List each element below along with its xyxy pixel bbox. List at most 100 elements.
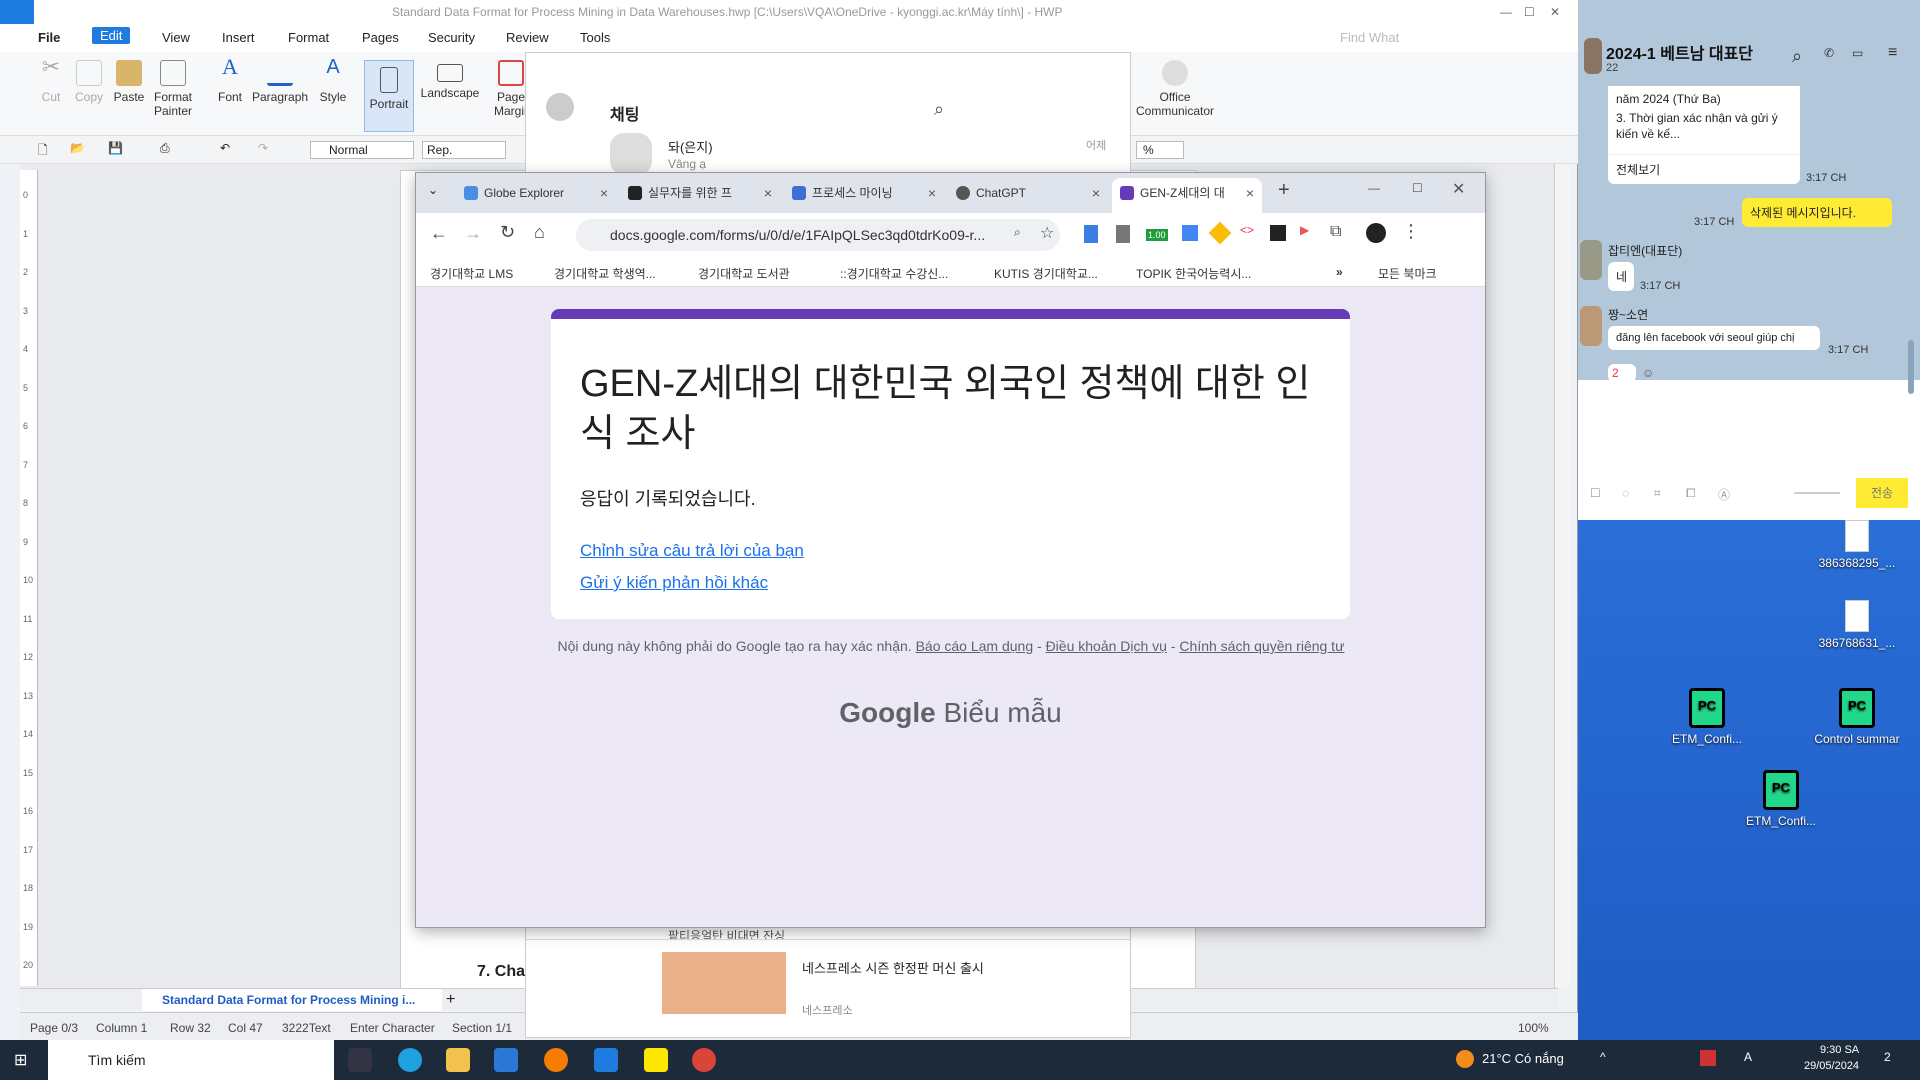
maximize-icon[interactable]: ☐: [1524, 0, 1535, 24]
desktop-icon[interactable]: PC Control summar: [1812, 688, 1902, 746]
chat-name[interactable]: 돠(은지): [668, 137, 713, 156]
redo-icon[interactable]: ↷: [258, 141, 268, 155]
video-icon[interactable]: ▭: [1852, 46, 1863, 60]
add-tab-icon[interactable]: +: [446, 991, 455, 1009]
new-doc-icon[interactable]: 🗋: [38, 141, 48, 162]
message-input[interactable]: ☐ ◌ ⌗ ⧠ Ⓐ 전송: [1578, 380, 1920, 520]
avatar[interactable]: [1366, 223, 1386, 243]
send-button[interactable]: 전송: [1856, 478, 1908, 508]
new-tab-icon[interactable]: +: [1278, 179, 1290, 202]
extension-icon[interactable]: [1270, 225, 1286, 241]
taskbar-search[interactable]: Tìm kiếm: [48, 1040, 334, 1080]
search-icon[interactable]: ⌕: [1792, 46, 1802, 67]
app-icon[interactable]: [544, 1048, 568, 1072]
menu-icon[interactable]: ≡: [1888, 44, 1897, 62]
extension-icon[interactable]: [1116, 225, 1130, 243]
tab-practitioner[interactable]: 실무자를 위한 프 ×: [620, 178, 780, 213]
tab-google-form[interactable]: GEN-Z세대의 대 ×: [1112, 178, 1262, 213]
find-input[interactable]: Find What: [1340, 30, 1399, 45]
zoom-icon[interactable]: ⌕: [1014, 225, 1021, 240]
desktop-icon[interactable]: 386368295_...: [1812, 520, 1902, 570]
bookmark-kutis[interactable]: KUTIS 경기대학교...: [994, 265, 1098, 282]
vertical-scrollbar[interactable]: [1554, 164, 1570, 988]
puzzle-icon[interactable]: ⧉: [1330, 223, 1341, 241]
font-select[interactable]: Rep.: [422, 141, 506, 159]
style-button[interactable]: A Style: [316, 57, 350, 104]
slider[interactable]: [1794, 492, 1840, 494]
tab-chatgpt[interactable]: ChatGPT ×: [948, 178, 1108, 213]
weather-icon[interactable]: [1456, 1050, 1474, 1068]
emoji-icon[interactable]: ☐: [1590, 486, 1601, 500]
view-all-button[interactable]: 전체보기: [1608, 154, 1800, 182]
close-icon[interactable]: ✕: [1452, 179, 1465, 199]
extension-icon[interactable]: ▶: [1300, 223, 1309, 237]
close-icon[interactable]: ×: [928, 178, 936, 208]
windows-start-icon[interactable]: ⊞: [14, 1050, 27, 1070]
open-folder-icon[interactable]: 📂: [70, 141, 85, 155]
ai-icon[interactable]: Ⓐ: [1718, 486, 1730, 503]
style-select[interactable]: Normal: [310, 141, 414, 159]
chrome-icon[interactable]: [692, 1048, 716, 1072]
menu-security[interactable]: Security: [428, 30, 475, 45]
attach-icon[interactable]: ⌗: [1654, 486, 1661, 501]
forward-icon[interactable]: →: [464, 223, 482, 244]
all-bookmarks[interactable]: 모든 북마크: [1378, 265, 1437, 282]
report-abuse-link[interactable]: Báo cáo Lạm dụng: [916, 638, 1034, 654]
landscape-button[interactable]: Landscape: [420, 60, 480, 100]
extension-icon[interactable]: [1084, 225, 1098, 243]
privacy-link[interactable]: Chính sách quyền riêng tư: [1179, 638, 1344, 654]
tray-chevron-icon[interactable]: ^: [1600, 1050, 1606, 1064]
tab-globe-explorer[interactable]: Globe Explorer ×: [456, 178, 616, 213]
kakaotalk-icon[interactable]: [644, 1048, 668, 1072]
scrollbar[interactable]: [1908, 340, 1914, 394]
page-margins-button[interactable]: Page Margins: [494, 60, 528, 118]
maximize-icon[interactable]: ☐: [1412, 181, 1423, 195]
back-icon[interactable]: ←: [430, 223, 448, 244]
menu-edit[interactable]: Edit: [92, 27, 131, 44]
store-icon[interactable]: [494, 1048, 518, 1072]
office-communicator-button[interactable]: Office Communicator: [1132, 60, 1218, 118]
bookmarks-overflow-icon[interactable]: »: [1336, 265, 1343, 279]
doc-tab[interactable]: Standard Data Format for Process Mining …: [142, 989, 442, 1011]
tab-search-icon[interactable]: ⌄: [428, 183, 438, 197]
minimize-icon[interactable]: —: [1500, 0, 1512, 24]
bookmark-student[interactable]: 경기대학교 학생역...: [554, 265, 656, 282]
extension-badge[interactable]: 1.00: [1146, 229, 1168, 241]
desktop-icon[interactable]: PC ETM_Confi...: [1736, 770, 1826, 828]
url-bar[interactable]: docs.google.com/forms/u/0/d/e/1FAIpQLSec…: [576, 219, 1060, 251]
submit-another-link[interactable]: Gửi ý kiến phản hồi khác: [580, 573, 768, 593]
bookmark-course[interactable]: ::경기대학교 수강신...: [840, 265, 948, 282]
hwp-app-icon[interactable]: [0, 0, 34, 24]
close-icon[interactable]: ×: [1246, 178, 1254, 208]
clock-date[interactable]: 29/05/2024: [1804, 1060, 1859, 1072]
more-icon[interactable]: ⋮: [1402, 221, 1420, 242]
close-icon[interactable]: ✕: [1550, 0, 1560, 24]
menu-pages[interactable]: Pages: [362, 30, 399, 45]
close-icon[interactable]: ×: [1092, 178, 1100, 208]
search-icon[interactable]: ⌕: [934, 99, 944, 120]
drive-icon[interactable]: [1208, 221, 1232, 245]
tray-app-icon[interactable]: [1700, 1050, 1716, 1066]
bookmark-star-icon[interactable]: ☆: [1040, 223, 1054, 243]
crop-icon[interactable]: ⧠: [1686, 486, 1696, 501]
profile-icon[interactable]: [546, 93, 574, 121]
menu-view[interactable]: View: [162, 30, 190, 45]
home-icon[interactable]: ⌂: [534, 222, 545, 243]
task-view-icon[interactable]: [348, 1048, 372, 1072]
menu-format[interactable]: Format: [288, 30, 329, 45]
minimize-icon[interactable]: —: [1368, 181, 1380, 195]
ad-banner[interactable]: 네스프레소 시즌 한정판 머신 출시 네스프레소: [526, 939, 1130, 1037]
bookmark-topik[interactable]: TOPIK 한국어능력시...: [1136, 265, 1251, 282]
desktop-icon[interactable]: PC ETM_Confi...: [1662, 688, 1752, 746]
hwp-taskbar-icon[interactable]: [594, 1048, 618, 1072]
undo-icon[interactable]: ↶: [220, 141, 230, 155]
file-explorer-icon[interactable]: [446, 1048, 470, 1072]
paragraph-button[interactable]: Paragraph: [252, 60, 308, 104]
menu-review[interactable]: Review: [506, 30, 549, 45]
menu-tools[interactable]: Tools: [580, 30, 610, 45]
close-icon[interactable]: ×: [600, 178, 608, 208]
ime-icon[interactable]: A: [1744, 1050, 1752, 1064]
phone-icon[interactable]: ✆: [1824, 46, 1834, 60]
code-icon[interactable]: <>: [1240, 223, 1254, 237]
font-button[interactable]: A Font: [214, 56, 246, 105]
